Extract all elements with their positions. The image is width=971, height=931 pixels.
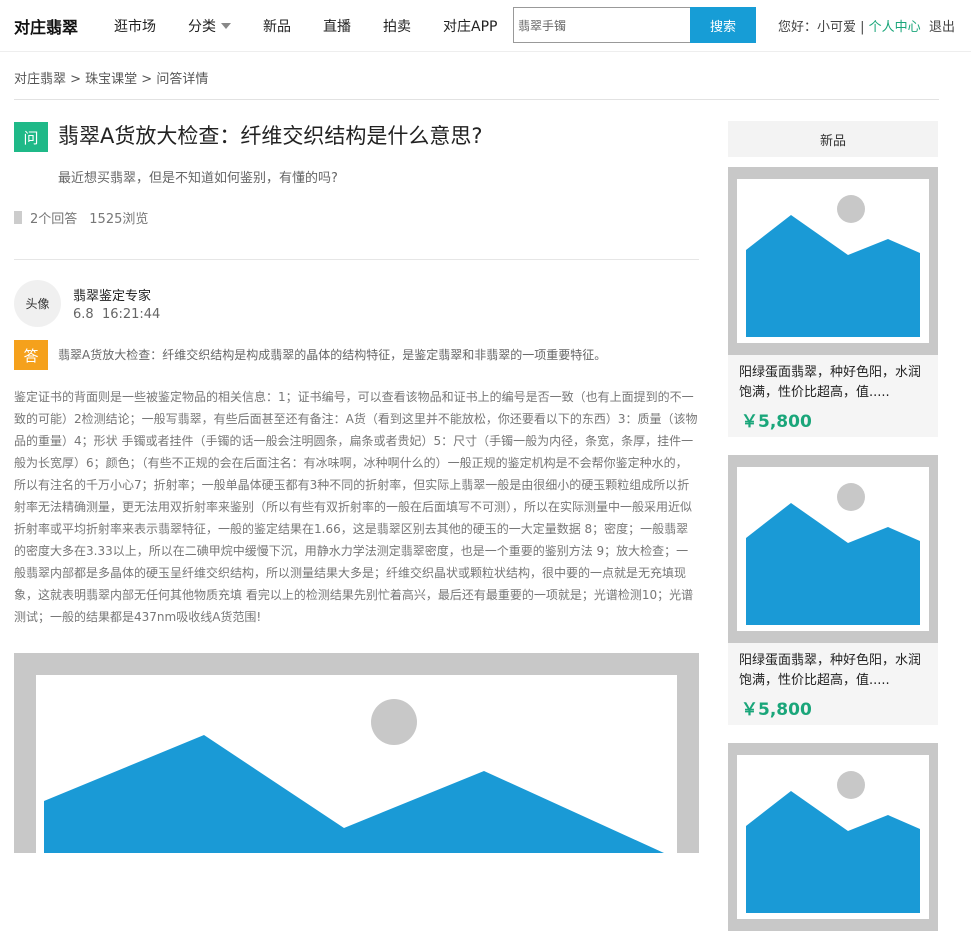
question-description: 最近想买翡翠，但是不知道如何鉴别，有懂的吗? [58,171,338,186]
question-stats: 2个回答 1525浏览 [14,208,148,227]
image-placeholder-icon [728,743,938,931]
view-count: 1525浏览 [89,212,149,227]
answer-image [14,653,699,853]
nav-auction[interactable]: 拍卖 [383,16,411,36]
product-price: ￥5,800 [741,412,812,432]
image-placeholder-icon [728,455,938,643]
nav-new[interactable]: 新品 [263,16,291,36]
question-title: 翡翠A货放大检查：纤维交织结构是什么意思? [58,124,483,148]
product-name[interactable]: 阳绿蛋面翡翠，种好色阳，水润饱满，性价比超高，值..... [728,355,938,403]
nav-market-label: 逛市场 [114,18,156,35]
question-badge: 问 [14,122,48,152]
breadcrumb[interactable]: 对庄翡翠 > 珠宝课堂 > 问答详情 [14,68,208,87]
user-area: 您好：小可爱 | 个人中心 退出 [778,16,955,35]
product-card[interactable]: 阳绿蛋面翡翠，种好色阳，水润饱满，性价比超高，值..... ￥5,800 [728,455,938,725]
sidebar-title: 新品 [728,121,938,157]
nav-new-label: 新品 [263,18,291,35]
product-card[interactable] [728,743,938,931]
answer-summary: 翡翠A货放大检查：纤维交织结构是构成翡翠的晶体的结构特征，是鉴定翡翠和非翡翠的一… [58,348,607,362]
section-divider [14,259,699,260]
site-logo[interactable]: 对庄翡翠 [14,14,114,38]
nav-app[interactable]: 对庄APP [443,16,497,36]
search-box: 搜索 [513,7,756,43]
answer-timestamp: 6.8 16:21:44 [73,307,161,322]
search-input[interactable] [513,7,690,43]
product-card[interactable]: 阳绿蛋面翡翠，种好色阳，水润饱满，性价比超高，值..... ￥5,800 [728,167,938,437]
top-header: 对庄翡翠 逛市场 分类 新品 直播 拍卖 对庄APP 搜索 您好：小可爱 | 个… [0,0,971,52]
nav-live-label: 直播 [323,18,351,35]
answer-body: 鉴定证书的背面则是一些被鉴定物品的相关信息：1；证书编号，可以查看该物品和证书上… [14,390,698,624]
nav-live[interactable]: 直播 [323,16,351,36]
nav-app-label: 对庄APP [443,18,498,35]
product-name[interactable]: 阳绿蛋面翡翠，种好色阳，水润饱满，性价比超高，值..... [728,643,938,691]
nav-category[interactable]: 分类 [188,16,231,36]
answer-count: 2个回答 [30,212,78,227]
main-nav: 逛市场 分类 新品 直播 拍卖 对庄APP [114,16,529,36]
nav-market[interactable]: 逛市场 [114,16,156,36]
nav-auction-label: 拍卖 [383,18,411,35]
sidebar-new-products: 新品 阳绿蛋面翡翠，种好色阳，水润饱满，性价比超高，值..... ￥5,800 … [728,121,938,931]
search-button[interactable]: 搜索 [690,7,756,43]
image-placeholder-icon [14,653,699,853]
user-center-link[interactable]: 个人中心 [869,20,921,35]
image-placeholder-icon [728,167,938,355]
logout-link[interactable]: 退出 [929,20,955,35]
product-price: ￥5,800 [741,700,812,720]
chevron-down-icon [221,22,231,29]
avatar[interactable]: 头像 [14,280,61,327]
answer-badge: 答 [14,340,48,370]
nav-category-label: 分类 [188,18,216,35]
breadcrumb-divider [14,99,939,100]
expert-name[interactable]: 翡翠鉴定专家 [73,285,151,304]
stats-icon [14,211,22,224]
user-greeting: 您好：小可爱 | [778,20,869,35]
